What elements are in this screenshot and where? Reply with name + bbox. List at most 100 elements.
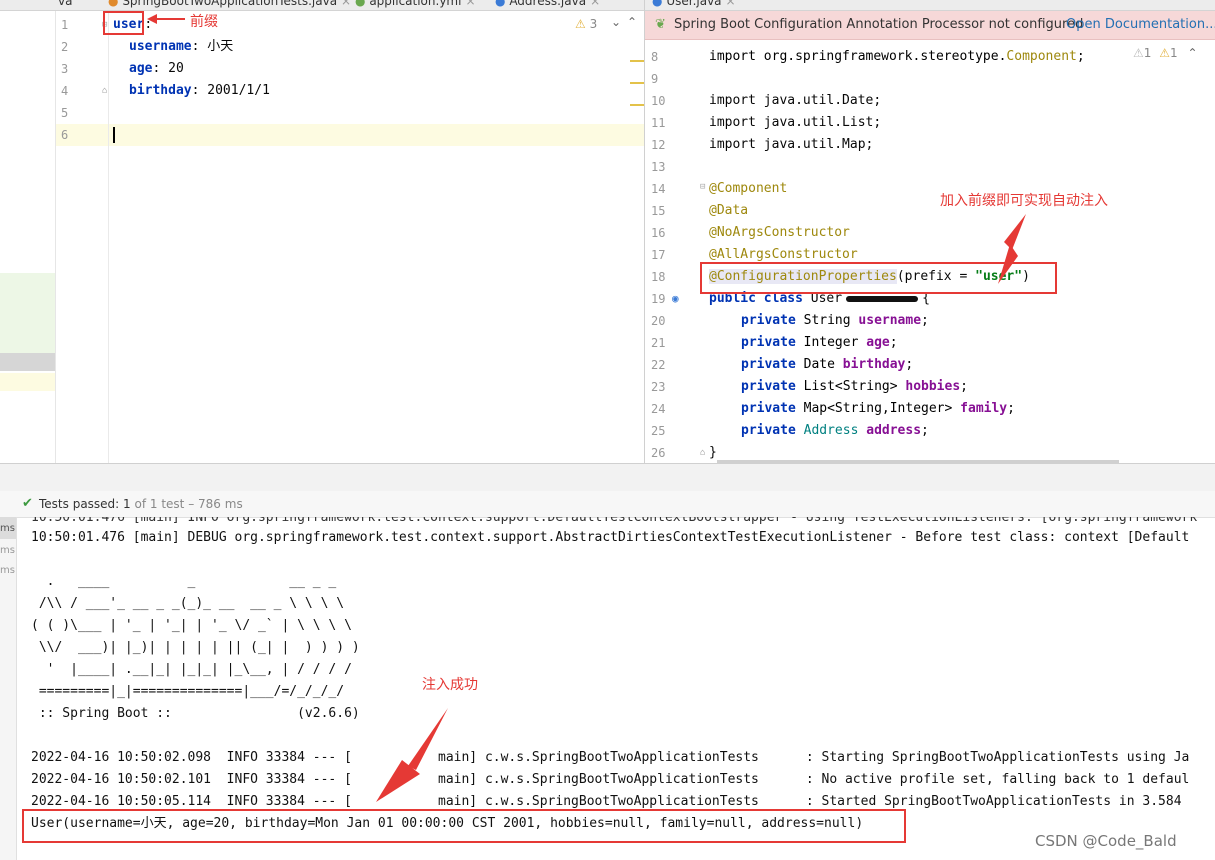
line-number: 9 xyxy=(651,72,659,86)
field-line: private Map<String,Integer> family; xyxy=(741,401,1015,416)
yml-code-area[interactable]: user: username: 小天 age: 20 birthday: 200… xyxy=(109,11,644,463)
open-documentation-link[interactable]: Open Documentation... xyxy=(1066,17,1215,32)
line-number: 10 xyxy=(651,94,666,108)
project-tree-strip xyxy=(0,11,56,463)
test-status: Tests passed: 1 of 1 test – 786 ms xyxy=(39,497,243,511)
field-line: private Address address; xyxy=(741,423,929,438)
line-number: 26 xyxy=(651,446,666,460)
redaction-scribble xyxy=(846,295,919,302)
line-number: 15 xyxy=(651,204,666,218)
test-status-bar: ✔ Tests passed: 1 of 1 test – 786 ms xyxy=(0,491,1215,518)
annotation-box-result xyxy=(22,809,906,843)
current-line-highlight xyxy=(109,124,644,146)
annotation-prefix: 前缀 xyxy=(190,14,218,30)
line-number: 20 xyxy=(651,314,666,328)
line-number: 8 xyxy=(651,50,659,64)
yml-file-icon: ● xyxy=(355,0,366,8)
tab-user-java[interactable]: ● User.java × xyxy=(652,0,736,10)
tab-application-yml[interactable]: ● application.yml × xyxy=(355,0,476,10)
banner-line: :: Spring Boot :: (v2.6.6) xyxy=(31,706,360,721)
tab-address-java[interactable]: ● Address.java × xyxy=(495,0,600,10)
editor-tab-bar: va ● SpringBootTwoApplicationTests.java ×… xyxy=(0,0,1215,11)
log-line: 2022-04-16 10:50:02.101 INFO 33384 --- [… xyxy=(31,772,1190,787)
inspection-widget[interactable]: ⚠ 3 xyxy=(575,17,597,31)
tab-partial[interactable]: va xyxy=(58,0,72,10)
line-number: 1 xyxy=(61,18,69,32)
line-number: 2 xyxy=(61,40,69,54)
banner-line: ( ( )\___ | '_ | '_| | '_ \/ _` | \ \ \ … xyxy=(31,618,352,633)
line-number: 3 xyxy=(61,62,69,76)
annotation-prefix-note: 加入前缀即可实现自动注入 xyxy=(940,193,1108,209)
watermark: CSDN @Code_Bald xyxy=(1035,832,1177,850)
warning-stripe[interactable] xyxy=(630,104,644,106)
warning-icon: ⚠ xyxy=(575,17,586,31)
line-number: 13 xyxy=(651,160,666,174)
line-number: 12 xyxy=(651,138,666,152)
code-line-12: import java.util.Map; xyxy=(709,137,874,152)
line-number: 24 xyxy=(651,402,666,416)
close-icon[interactable]: × xyxy=(341,0,351,8)
java-class-icon: ● xyxy=(652,0,663,8)
annotation-arrow xyxy=(998,214,1026,284)
line-number: 21 xyxy=(651,336,666,350)
warning-stripe[interactable] xyxy=(630,82,644,84)
check-icon: ✔ xyxy=(22,496,33,511)
line-number: 19 xyxy=(651,292,666,306)
field-line: private Integer age; xyxy=(741,335,898,350)
fold-icon[interactable]: ⌂ xyxy=(700,448,705,458)
banner-line: =========|_|==============|___/=/_/_/_/ xyxy=(31,684,345,699)
line-number: 16 xyxy=(651,226,666,240)
field-line: private String username; xyxy=(741,313,929,328)
spring-leaf-icon: ❦ xyxy=(655,17,666,32)
close-icon[interactable]: × xyxy=(465,0,475,8)
fold-icon[interactable]: ⊟ xyxy=(700,182,705,192)
banner-line: ' |____| .__|_| |_|_| |_\__, | / / / / xyxy=(31,662,352,677)
line-number: 18 xyxy=(651,270,666,284)
code-line-11: import java.util.List; xyxy=(709,115,882,130)
annotation-success: 注入成功 xyxy=(422,677,478,693)
tab-springboottwoapplicationtests[interactable]: ● SpringBootTwoApplicationTests.java × xyxy=(108,0,351,10)
line-number: 14 xyxy=(651,182,666,196)
banner-line: /\\ / ___'_ __ _ _(_)_ __ __ _ \ \ \ \ xyxy=(31,596,345,611)
closing-brace: } xyxy=(709,445,717,460)
bean-gutter-icon[interactable]: ◉ xyxy=(672,292,679,305)
java-gutter: 8 9 10 11 12 13 14 15 16 17 18 19 20 21 … xyxy=(645,40,705,463)
line-number: 25 xyxy=(651,424,666,438)
line-number: 4 xyxy=(61,84,69,98)
annotation-noargs: @NoArgsConstructor xyxy=(709,225,850,240)
line-number: 6 xyxy=(61,128,69,142)
annotation-arrow xyxy=(376,708,448,802)
log-line: 2022-04-16 10:50:02.098 INFO 33384 --- [… xyxy=(31,750,1190,765)
annotation-arrow xyxy=(147,14,185,24)
banner-line: \\/ ___)| |_)| | | | | || (_| | ) ) ) ) xyxy=(31,640,360,655)
console-line: 10:50:01.476 [main] DEBUG org.springfram… xyxy=(31,530,1190,545)
text-cursor xyxy=(113,127,115,143)
yml-line-4: birthday: 2001/1/1 xyxy=(129,83,270,98)
yml-gutter: 1 2 3 4 5 6 ⊟ ⌂ xyxy=(56,11,109,463)
chevron-up-icon[interactable]: ⌃ xyxy=(627,15,637,29)
line-number: 11 xyxy=(651,116,666,130)
banner-line: . ____ _ __ _ _ xyxy=(31,574,337,589)
notification-message: Spring Boot Configuration Annotation Pro… xyxy=(674,17,1084,32)
yml-line-3: age: 20 xyxy=(129,61,184,76)
annotation-component: @Component xyxy=(709,181,788,196)
vcs-changed-region xyxy=(0,273,55,353)
selected-row xyxy=(0,353,55,371)
field-line: private List<String> hobbies; xyxy=(741,379,968,394)
chevron-down-icon[interactable]: ⌄ xyxy=(611,15,621,29)
close-icon[interactable]: × xyxy=(590,0,600,8)
annotation-box-user xyxy=(103,11,144,35)
highlight-row xyxy=(0,373,55,391)
line-number: 17 xyxy=(651,248,666,262)
code-line-10: import java.util.Date; xyxy=(709,93,882,108)
yml-line-2: username: 小天 xyxy=(129,39,234,54)
field-line: private Date birthday; xyxy=(741,357,914,372)
line-number: 23 xyxy=(651,380,666,394)
close-icon[interactable]: × xyxy=(726,0,736,8)
fold-icon[interactable]: ⌂ xyxy=(102,86,107,96)
annotation-data: @Data xyxy=(709,203,749,218)
tool-window-header xyxy=(0,463,1215,492)
java-class-icon: ● xyxy=(495,0,506,8)
java-code-area[interactable]: import org.springframework.stereotype.Co… xyxy=(709,40,1215,463)
warning-stripe[interactable] xyxy=(630,60,644,62)
